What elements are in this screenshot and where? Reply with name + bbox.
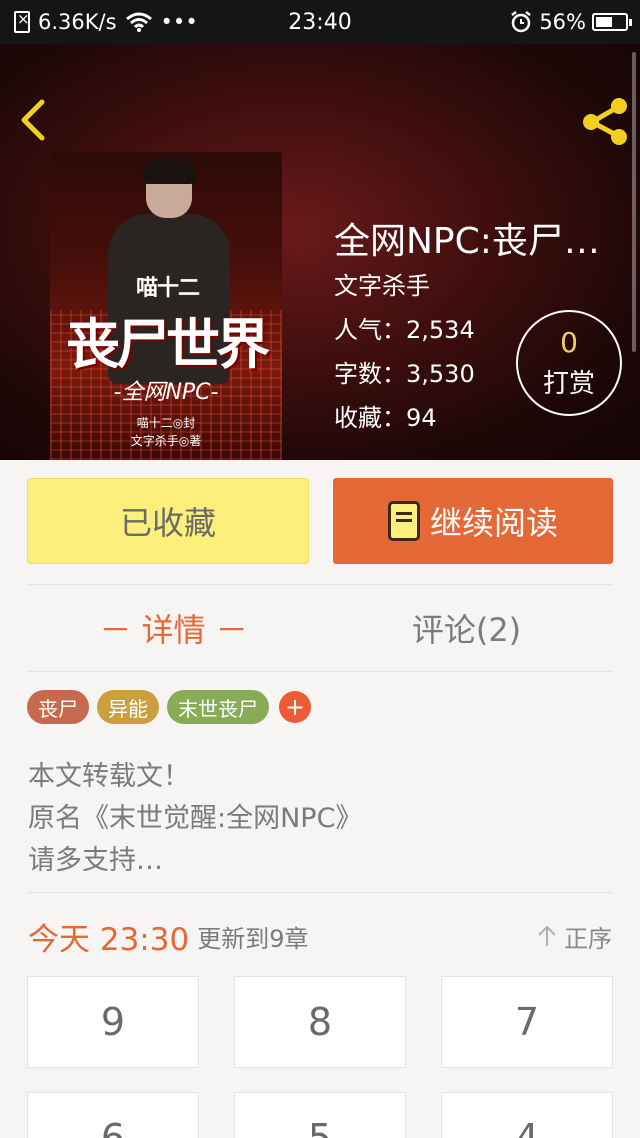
chapter-button[interactable]: 5 (234, 1092, 406, 1138)
word-count-stat: 字数：3,530 (334, 354, 475, 389)
book-header: 喵十二 丧尸世界 -全网NPC- 喵十二◎封 文字杀手◎著 全网NPC:丧尸世界… (0, 44, 640, 460)
favorited-button[interactable]: 已收藏 (27, 478, 309, 564)
chapter-button[interactable]: 7 (441, 976, 613, 1068)
cover-credit: 喵十二◎封 文字杀手◎著 (50, 414, 282, 450)
update-time: 今天 23:30 (28, 921, 190, 958)
cover-signature: 喵十二 (136, 276, 200, 301)
battery-icon (592, 13, 632, 31)
share-icon[interactable] (580, 96, 630, 146)
tab-comments[interactable]: 评论(2) (320, 584, 613, 672)
battery-fill (596, 17, 612, 27)
cover-subtitle: -全网NPC- (113, 380, 219, 405)
popularity-value: 2,534 (406, 316, 475, 344)
continue-reading-button[interactable]: 继续阅读 (333, 478, 613, 564)
description-line: 原名《末世觉醒:全网NPC》 (28, 803, 363, 834)
tag-list: 丧尸 异能 末世丧尸 + (27, 690, 311, 724)
cover-credit-line2: 文字杀手◎著 (130, 434, 202, 448)
battery-percent: 56% (539, 10, 586, 34)
word-count-label: 字数： (334, 360, 406, 388)
tag-superpower[interactable]: 异能 (97, 690, 159, 724)
reward-button[interactable]: 0 打赏 (516, 310, 622, 416)
sort-order-label: 正序 (564, 924, 612, 953)
chapter-button[interactable]: 8 (234, 976, 406, 1068)
update-chapters: 更新到9章 (197, 924, 309, 953)
book-title: 全网NPC:丧尸世界 (334, 221, 630, 262)
scrollbar[interactable] (632, 52, 636, 352)
cover-credit-line1: 喵十二◎封 (136, 416, 196, 430)
description-line: 本文转载文！ (28, 761, 190, 792)
book-cover[interactable]: 喵十二 丧尸世界 -全网NPC- 喵十二◎封 文字杀手◎著 (50, 152, 282, 460)
update-info: 今天 23:30 更新到9章 正序 (28, 914, 612, 958)
arrow-up-icon (538, 925, 556, 946)
status-bar: 6.36K/s ••• 23:40 56% (0, 0, 640, 44)
alarm-icon (511, 11, 532, 33)
favorites-label: 收藏： (334, 404, 406, 432)
book-icon (387, 501, 420, 541)
favorites-value: 94 (406, 404, 437, 432)
favorites-stat: 收藏：94 (334, 398, 437, 433)
sort-order-button[interactable]: 正序 (536, 919, 612, 954)
tag-apocalypse-zombie[interactable]: 末世丧尸 (167, 690, 269, 724)
reward-label: 打赏 (542, 369, 595, 399)
reward-count: 0 (560, 326, 578, 359)
popularity-label: 人气： (334, 316, 406, 344)
tag-zombie[interactable]: 丧尸 (27, 690, 89, 724)
divider (27, 892, 613, 893)
chapter-button[interactable]: 6 (27, 1092, 199, 1138)
back-chevron-icon[interactable] (16, 98, 52, 142)
cover-title: 丧尸世界 (66, 312, 270, 376)
tab-bar: － 详情 － 评论(2) (27, 584, 613, 672)
cover-figure-hair (142, 158, 196, 184)
book-author[interactable]: 文字杀手 (334, 266, 430, 301)
tab-details[interactable]: － 详情 － (27, 584, 320, 672)
add-tag-button[interactable]: + (279, 691, 311, 723)
chapter-button[interactable]: 4 (441, 1092, 613, 1138)
favorited-label: 已收藏 (119, 504, 216, 542)
book-description[interactable]: 本文转载文！ 原名《末世觉醒:全网NPC》 请多支持… (28, 756, 608, 882)
chapter-button[interactable]: 9 (27, 976, 199, 1068)
status-right: 56% (509, 0, 632, 44)
divider (27, 671, 613, 672)
description-line: 请多支持… (28, 845, 163, 876)
word-count-value: 3,530 (406, 360, 475, 388)
popularity-stat: 人气：2,534 (334, 310, 475, 345)
continue-reading-label: 继续阅读 (429, 504, 558, 542)
